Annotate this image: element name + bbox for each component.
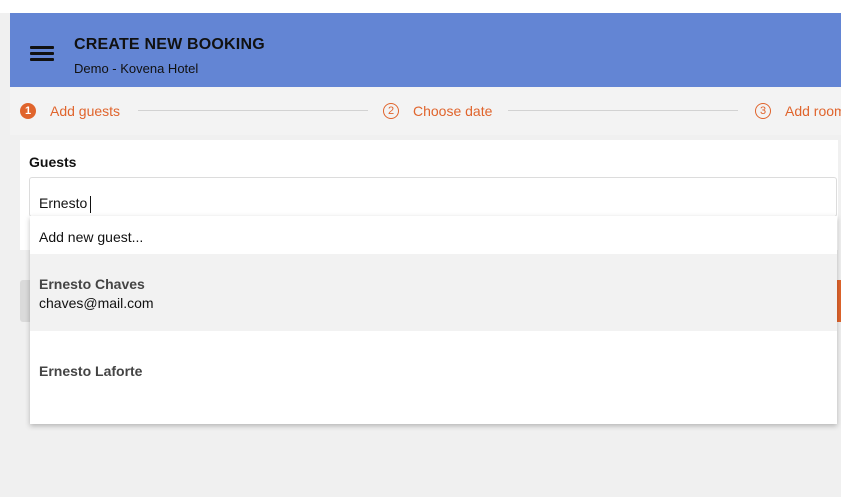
app-header: CREATE NEW BOOKING Demo - Kovena Hotel	[10, 13, 841, 87]
add-new-guest-label: Add new guest...	[39, 229, 144, 245]
guest-option-ernesto-laforte[interactable]: Ernesto Laforte	[30, 331, 837, 424]
guest-name: Ernesto Laforte	[39, 363, 143, 379]
step-3-label: Add room	[785, 103, 841, 119]
booking-stepper: 1 Add guests 2 Choose date 3 Add room	[10, 87, 841, 135]
guest-name: Ernesto Chaves	[39, 276, 145, 292]
text-caret	[90, 196, 91, 213]
step-choose-date[interactable]: 2 Choose date	[383, 101, 492, 121]
step-add-room[interactable]: 3 Add room	[755, 101, 841, 121]
hotel-subtitle: Demo - Kovena Hotel	[74, 61, 199, 76]
step-3-number: 3	[755, 103, 771, 119]
step-2-label: Choose date	[413, 103, 493, 119]
step-1-number: 1	[20, 103, 36, 119]
step-connector	[138, 110, 368, 111]
guest-search-input[interactable]	[29, 177, 837, 217]
guest-option-ernesto-chaves[interactable]: Ernesto Chaves chaves@mail.com	[30, 254, 837, 331]
add-new-guest-option[interactable]: Add new guest...	[30, 216, 837, 254]
guest-email: chaves@mail.com	[39, 295, 154, 311]
top-strip	[0, 0, 841, 13]
guest-suggestions-dropdown: Add new guest... Ernesto Chaves chaves@m…	[30, 216, 837, 424]
step-2-number: 2	[383, 103, 399, 119]
menu-icon[interactable]	[30, 42, 56, 62]
step-1-label: Add guests	[50, 103, 121, 119]
page-title: CREATE NEW BOOKING	[74, 36, 265, 53]
guests-label: Guests	[29, 154, 77, 170]
step-add-guests[interactable]: 1 Add guests	[20, 101, 120, 121]
step-connector	[508, 110, 738, 111]
